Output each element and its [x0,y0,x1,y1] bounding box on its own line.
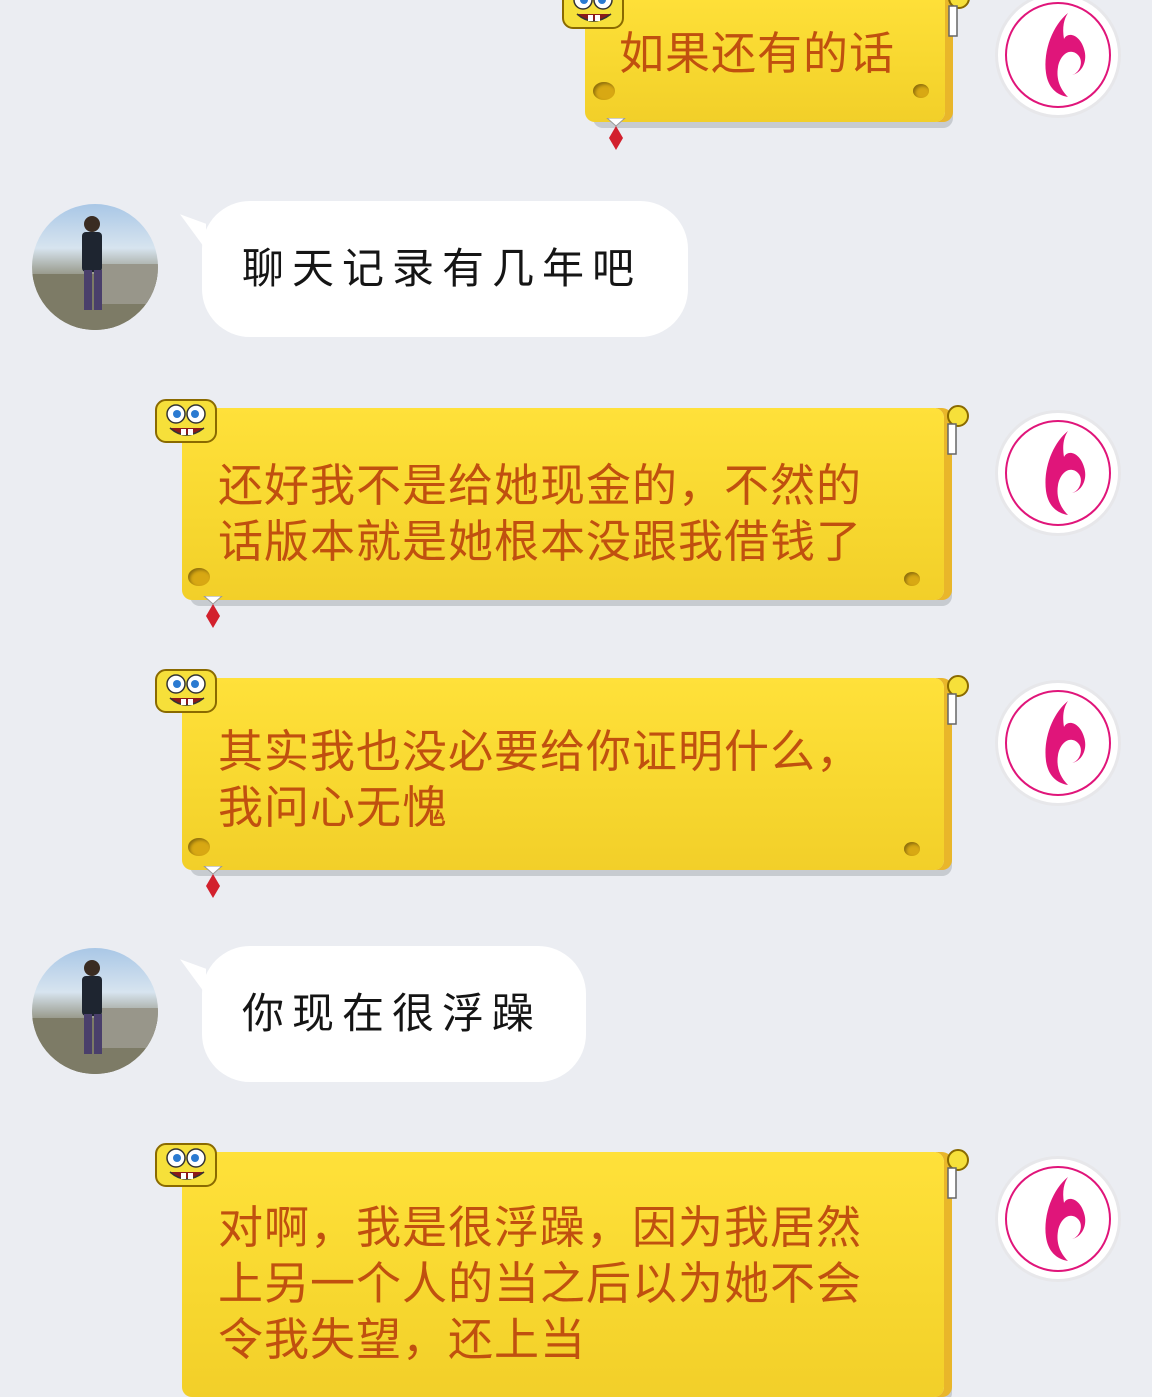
message-line: 话版本就是她根本没跟我借钱了 [218,516,863,567]
self-avatar[interactable] [995,680,1121,806]
self-avatar[interactable] [995,0,1121,118]
pink-woman-profile-logo-icon [1005,690,1111,796]
sponge-hole [904,842,920,856]
spongebob-icon [155,1143,217,1187]
thumbs-up-hand-icon [947,1149,969,1199]
self-avatar[interactable] [995,410,1121,536]
sponge-hole [188,568,210,586]
peer-avatar[interactable] [32,948,158,1074]
message-line: 上另一个人的当之后以为她不会 [218,1258,863,1309]
spongebob-icon [155,669,217,713]
message-text: 如果还有的话 [619,28,896,79]
pink-woman-profile-logo-icon [1005,420,1111,526]
sponge-hole [904,572,920,586]
person-photo-avatar [32,216,158,330]
red-tie-icon [606,118,626,150]
pink-woman-profile-logo-icon [1005,1166,1111,1272]
message-bubble-self[interactable]: 对啊，我是很浮躁，因为我居然 上另一个人的当之后以为她不会 令我失望，还上当 [155,1143,969,1397]
spongebob-icon [155,399,217,443]
message-bubble-self[interactable]: 还好我不是给她现金的，不然的 话版本就是她根本没跟我借钱了 [155,399,969,628]
message-line: 对啊，我是很浮躁，因为我居然 [218,1202,863,1253]
peer-avatar[interactable] [32,204,158,330]
message-text: 其实我也没必要给你证明什么， 我问心无愧 [218,724,904,836]
message-text: 还好我不是给她现金的，不然的 话版本就是她根本没跟我借钱了 [218,458,904,570]
message-bubble-self[interactable]: 其实我也没必要给你证明什么， 我问心无愧 [155,669,969,898]
pink-woman-profile-logo-icon [1005,2,1111,108]
message-bubble-peer[interactable]: 你现在很浮躁 [202,946,586,1082]
message-bubble-peer[interactable]: 聊天记录有几年吧 [202,201,688,337]
red-tie-icon [203,866,223,898]
sponge-hole [913,84,929,98]
self-avatar[interactable] [995,1156,1121,1282]
message-text: 对啊，我是很浮躁，因为我居然 上另一个人的当之后以为她不会 令我失望，还上当 [218,1200,904,1368]
message-text: 聊天记录有几年吧 [242,244,643,293]
sponge-hole [188,838,210,856]
message-bubble-self[interactable]: 如果还有的话 [562,0,970,150]
message-text: 你现在很浮躁 [242,989,543,1038]
person-photo-avatar [32,960,158,1074]
red-tie-icon [203,596,223,628]
message-line: 我问心无愧 [218,782,449,833]
thumbs-up-hand-icon [947,405,969,455]
sponge-hole [593,82,615,100]
thumbs-up-hand-icon [948,0,970,37]
message-line: 还好我不是给她现金的，不然的 [218,460,863,511]
message-line: 令我失望，还上当 [218,1314,587,1365]
thumbs-up-hand-icon [947,675,969,725]
message-line: 其实我也没必要给你证明什么， [218,726,863,777]
